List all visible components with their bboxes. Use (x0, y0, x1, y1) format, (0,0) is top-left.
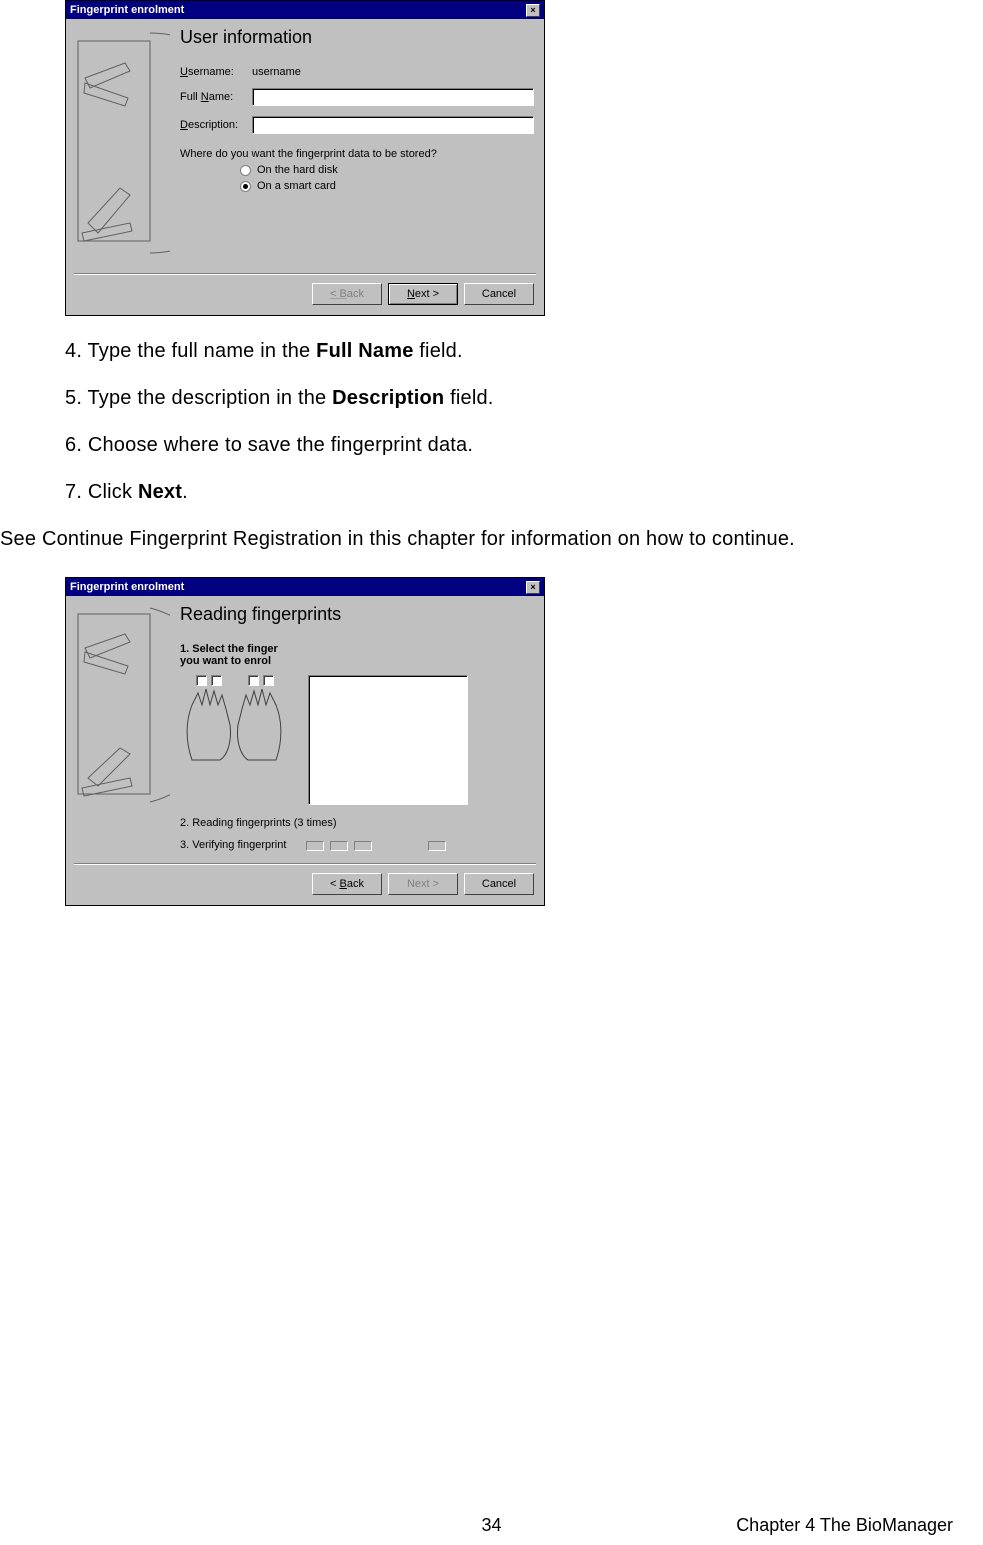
finger-checkbox[interactable] (196, 675, 207, 686)
username-label: Username: (180, 66, 252, 78)
continue-note: See Continue Fingerprint Registration in… (0, 528, 983, 551)
finger-checkbox[interactable] (248, 675, 259, 686)
dialog-heading: User information (180, 27, 534, 48)
titlebar: Fingerprint enrolment × (66, 1, 544, 19)
chapter-title: Chapter 4 The BioManager (736, 1515, 953, 1536)
finger-checkbox[interactable] (211, 675, 222, 686)
step-4: 4. Type the full name in the Full Name f… (65, 340, 943, 363)
step-6: 6. Choose where to save the fingerprint … (65, 434, 943, 457)
back-button[interactable]: < Back (312, 873, 382, 895)
fullname-input[interactable] (252, 88, 534, 106)
radio-hard-disk[interactable]: On the hard disk (240, 164, 534, 176)
dialog-user-information: Fingerprint enrolment × User information… (65, 0, 545, 316)
progress-indicator (354, 841, 372, 851)
reading-step-1: 1. Select the finger you want to enrol (180, 643, 300, 667)
dialog-title: Fingerprint enrolment (70, 4, 184, 16)
reading-step-3: 3. Verifying fingerprint (180, 839, 286, 851)
radio-icon (240, 181, 251, 192)
finger-checkbox[interactable] (263, 675, 274, 686)
next-button: Next > (388, 873, 458, 895)
description-input[interactable] (252, 116, 534, 134)
radio-icon (240, 165, 251, 176)
step-5: 5. Type the description in the Descripti… (65, 387, 943, 410)
radio-smart-card[interactable]: On a smart card (240, 180, 534, 192)
close-icon[interactable]: × (526, 581, 540, 594)
page-number: 34 (481, 1515, 501, 1536)
dialog-heading: Reading fingerprints (180, 604, 534, 625)
radio-label-card: On a smart card (257, 180, 336, 192)
username-value: username (252, 66, 301, 78)
radio-label-disk: On the hard disk (257, 164, 338, 176)
next-button[interactable]: Next > (388, 283, 458, 305)
back-button[interactable]: < Back (312, 283, 382, 305)
cancel-button[interactable]: Cancel (464, 873, 534, 895)
progress-indicator (306, 841, 324, 851)
fullname-label: Full Name: (180, 91, 252, 103)
instructions-block: 4. Type the full name in the Full Name f… (65, 340, 943, 504)
close-icon[interactable]: × (526, 4, 540, 17)
dialog-title: Fingerprint enrolment (70, 581, 184, 593)
fingerprint-preview (308, 675, 468, 805)
reading-step-2: 2. Reading fingerprints (3 times) (180, 817, 534, 829)
dialog-reading-fingerprints: Fingerprint enrolment × Reading fingerpr… (65, 577, 545, 906)
progress-indicator (428, 841, 446, 851)
step-7: 7. Click Next. (65, 481, 943, 504)
description-label: Description: (180, 119, 252, 131)
divider (74, 863, 536, 865)
divider (74, 273, 536, 275)
progress-indicator (330, 841, 348, 851)
storage-question: Where do you want the fingerprint data t… (180, 148, 534, 160)
titlebar: Fingerprint enrolment × (66, 578, 544, 596)
cancel-button[interactable]: Cancel (464, 283, 534, 305)
vitruvian-illustration (70, 600, 170, 810)
hands-illustration[interactable] (180, 675, 300, 765)
vitruvian-illustration (70, 23, 170, 263)
